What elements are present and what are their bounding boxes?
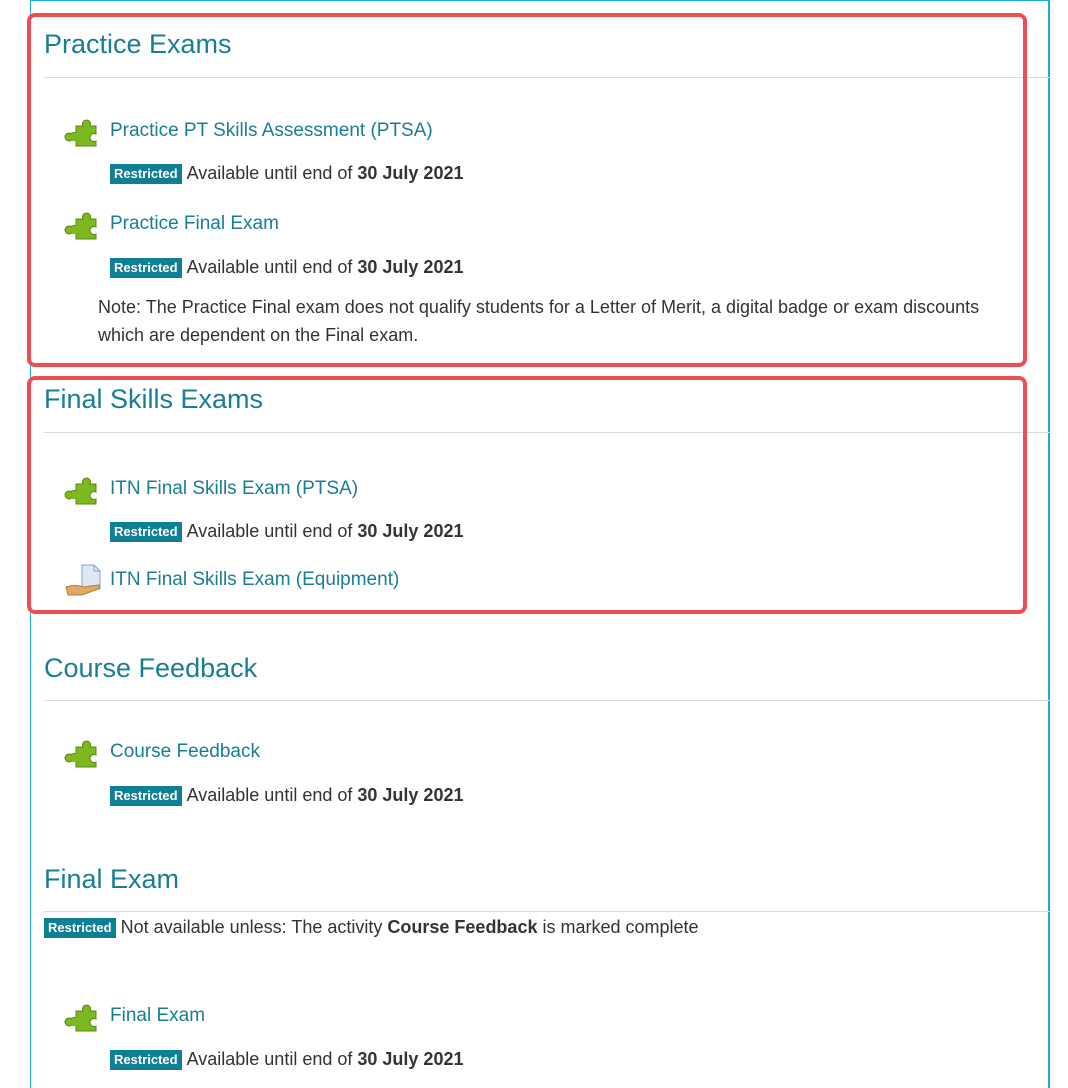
- restriction-activity: Course Feedback: [387, 917, 538, 937]
- divider: [44, 911, 1050, 912]
- activity-course-feedback[interactable]: Course Feedback: [64, 735, 260, 769]
- section-title-final-exam: Final Exam: [44, 864, 180, 894]
- activity-final-exam[interactable]: Final Exam: [64, 999, 205, 1033]
- restricted-badge: Restricted: [110, 1049, 182, 1070]
- restriction-prefix: Not available unless: The activity: [120, 917, 383, 937]
- restriction-info: Restricted Available until end of 30 Jul…: [110, 1049, 463, 1070]
- availability-text: Available until end of: [186, 1049, 353, 1069]
- section-restriction-info: Restricted Not available unless: The act…: [44, 917, 699, 938]
- activity-link[interactable]: Course Feedback: [110, 741, 260, 763]
- puzzle-icon: [64, 1004, 97, 1032]
- section-course-feedback: Course Feedback: [44, 652, 1050, 684]
- activity-link[interactable]: Final Exam: [110, 1005, 205, 1027]
- highlight-box-final-skills: [27, 376, 1027, 614]
- section-final-exam: Final Exam: [44, 863, 1050, 895]
- availability-date: 30 July 2021: [357, 785, 464, 805]
- divider: [44, 700, 1050, 701]
- section-title-course-feedback: Course Feedback: [44, 653, 258, 683]
- puzzle-icon: [64, 740, 97, 768]
- restriction-suffix: is marked complete: [542, 917, 699, 937]
- restriction-info: Restricted Available until end of 30 Jul…: [110, 785, 463, 806]
- availability-date: 30 July 2021: [357, 1049, 464, 1069]
- restricted-badge: Restricted: [44, 917, 116, 938]
- restricted-badge: Restricted: [110, 785, 182, 806]
- highlight-box-practice: [27, 13, 1027, 367]
- availability-text: Available until end of: [186, 785, 353, 805]
